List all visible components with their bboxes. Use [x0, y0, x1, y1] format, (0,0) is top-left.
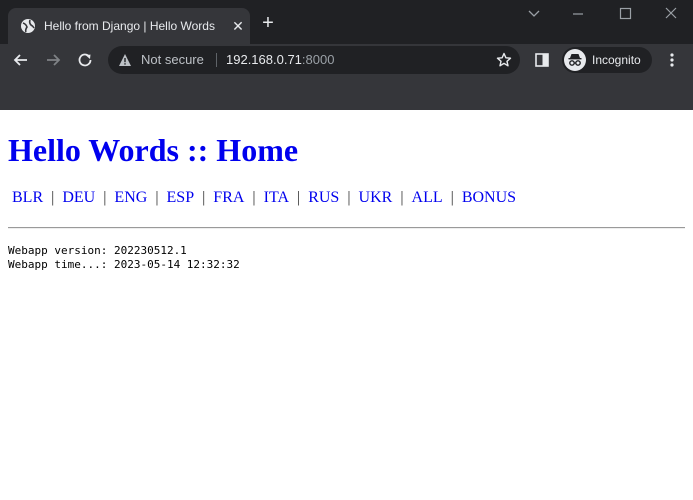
url-port: :8000 [301, 52, 335, 67]
close-icon[interactable]: ✕ [230, 18, 246, 34]
nav-link-esp[interactable]: ESP [167, 189, 195, 206]
nav-link-fra[interactable]: FRA [213, 189, 244, 206]
plus-icon[interactable]: + [258, 13, 278, 34]
globe-icon [20, 18, 36, 34]
nav-separator: | [252, 189, 256, 206]
nav-separator: | [297, 189, 301, 206]
warning-icon[interactable] [118, 53, 132, 67]
browser-chrome: Hello from Django | Hello Words ✕ + Not … [0, 0, 693, 110]
back-icon[interactable] [11, 50, 31, 70]
nav-link-deu[interactable]: DEU [62, 189, 95, 206]
chevron-down-icon[interactable] [524, 6, 544, 22]
page-title: Hello Words :: Home [8, 132, 299, 168]
url-host: 192.168.0.71 [226, 52, 302, 67]
nav-link-ukr[interactable]: UKR [359, 189, 393, 206]
nav-separator: | [202, 189, 206, 206]
side-panel-icon[interactable] [534, 52, 550, 68]
time-line: Webapp time...: 2023-05-14 12:32:32 [8, 258, 240, 271]
app-info: Webapp version: 202230512.1 Webapp time..… [8, 244, 240, 272]
nav-separator: | [400, 189, 404, 206]
minimize-icon[interactable] [568, 6, 588, 22]
nav-link-blr[interactable]: BLR [12, 189, 43, 206]
address-bar[interactable]: Not secure 192.168.0.71:8000 [108, 46, 520, 74]
nav-separator: | [450, 189, 454, 206]
page-content: Hello Words :: Home BLR | DEU | ENG | ESP | FRA |… [0, 110, 693, 500]
incognito-label: Incognito [592, 53, 641, 67]
toolbar: Not secure 192.168.0.71:8000 Incognito [0, 44, 693, 76]
reload-icon[interactable] [75, 50, 95, 70]
horizontal-rule [8, 227, 685, 229]
nav-separator: | [103, 189, 107, 206]
nav-separator: | [347, 189, 351, 206]
nav-separator: | [51, 189, 55, 206]
window-close-icon[interactable] [661, 6, 681, 22]
security-label[interactable]: Not secure [141, 51, 204, 69]
incognito-icon [564, 49, 586, 71]
tab-strip: Hello from Django | Hello Words ✕ + [0, 0, 693, 44]
nav-link-ita[interactable]: ITA [264, 189, 289, 206]
maximize-icon[interactable] [615, 6, 635, 22]
incognito-badge[interactable]: Incognito [562, 47, 652, 73]
omnibox-divider [216, 53, 217, 67]
nav-link-all[interactable]: ALL [412, 189, 443, 206]
more-icon[interactable] [664, 50, 680, 70]
nav-separator: | [155, 189, 159, 206]
version-line: Webapp version: 202230512.1 [8, 244, 187, 257]
language-nav: BLR | DEU | ENG | ESP | FRA | ITA | RUS | UKR | ALL | BONU… [12, 188, 516, 208]
nav-link-eng[interactable]: ENG [114, 189, 147, 206]
url-text[interactable]: 192.168.0.71:8000 [226, 51, 334, 69]
forward-icon[interactable] [43, 50, 63, 70]
browser-tab[interactable]: Hello from Django | Hello Words ✕ [8, 8, 250, 44]
tab-title: Hello from Django | Hello Words [44, 19, 215, 33]
nav-link-rus[interactable]: RUS [308, 189, 339, 206]
star-icon[interactable] [496, 52, 512, 68]
nav-link-bonus[interactable]: BONUS [462, 189, 516, 206]
